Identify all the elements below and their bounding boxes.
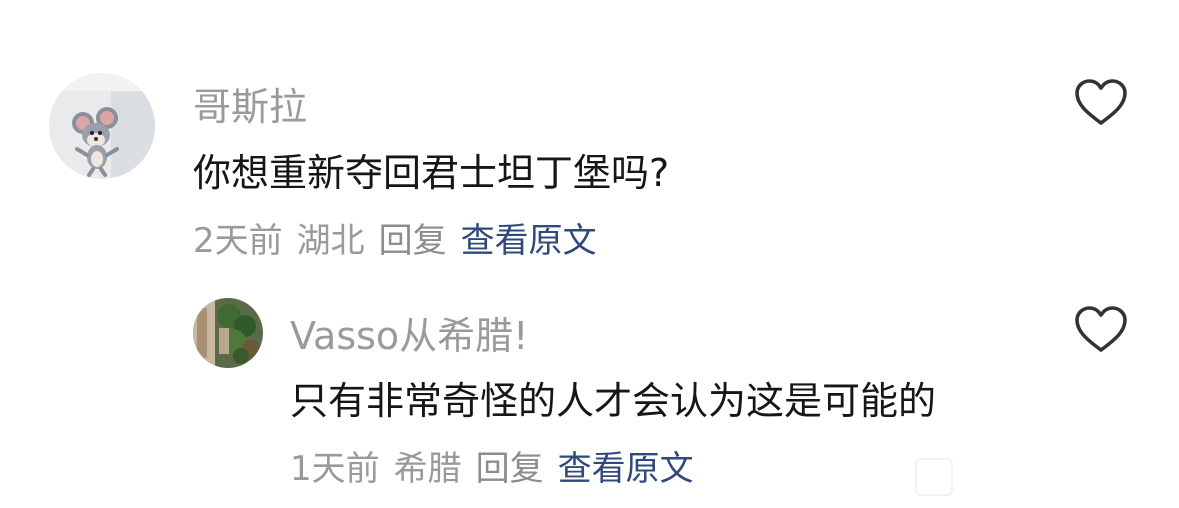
- mouse-cartoon-icon: [49, 73, 155, 179]
- heart-outline-icon: [1075, 306, 1127, 352]
- view-original-link[interactable]: 查看原文: [461, 213, 597, 262]
- heart-outline-icon: [1075, 79, 1127, 125]
- watermark-icon: [915, 458, 953, 496]
- comment-meta: 2天前 湖北 回复 查看原文: [193, 213, 597, 262]
- avatar[interactable]: [49, 73, 155, 179]
- reply-button[interactable]: 回复: [379, 213, 447, 262]
- like-button[interactable]: [1074, 305, 1128, 355]
- comment-time: 2天前: [193, 221, 283, 261]
- reply-button[interactable]: 回复: [476, 441, 544, 490]
- view-original-link[interactable]: 查看原文: [558, 441, 694, 490]
- greenery-photo-icon: [193, 298, 263, 368]
- comment-text: 只有非常奇怪的人才会认为这是可能的: [290, 379, 937, 423]
- comment-time: 1天前: [290, 449, 380, 489]
- comment-text: 你想重新夺回君士坦丁堡吗?: [193, 151, 670, 195]
- comment-username[interactable]: 哥斯拉: [193, 76, 307, 131]
- comment-meta: 1天前 希腊 回复 查看原文: [290, 441, 694, 490]
- comment-location: 湖北: [296, 221, 365, 261]
- comment-location: 希腊: [393, 449, 462, 489]
- avatar[interactable]: [193, 298, 263, 368]
- comment-username[interactable]: Vasso从希腊!: [290, 305, 528, 360]
- like-button[interactable]: [1074, 78, 1128, 128]
